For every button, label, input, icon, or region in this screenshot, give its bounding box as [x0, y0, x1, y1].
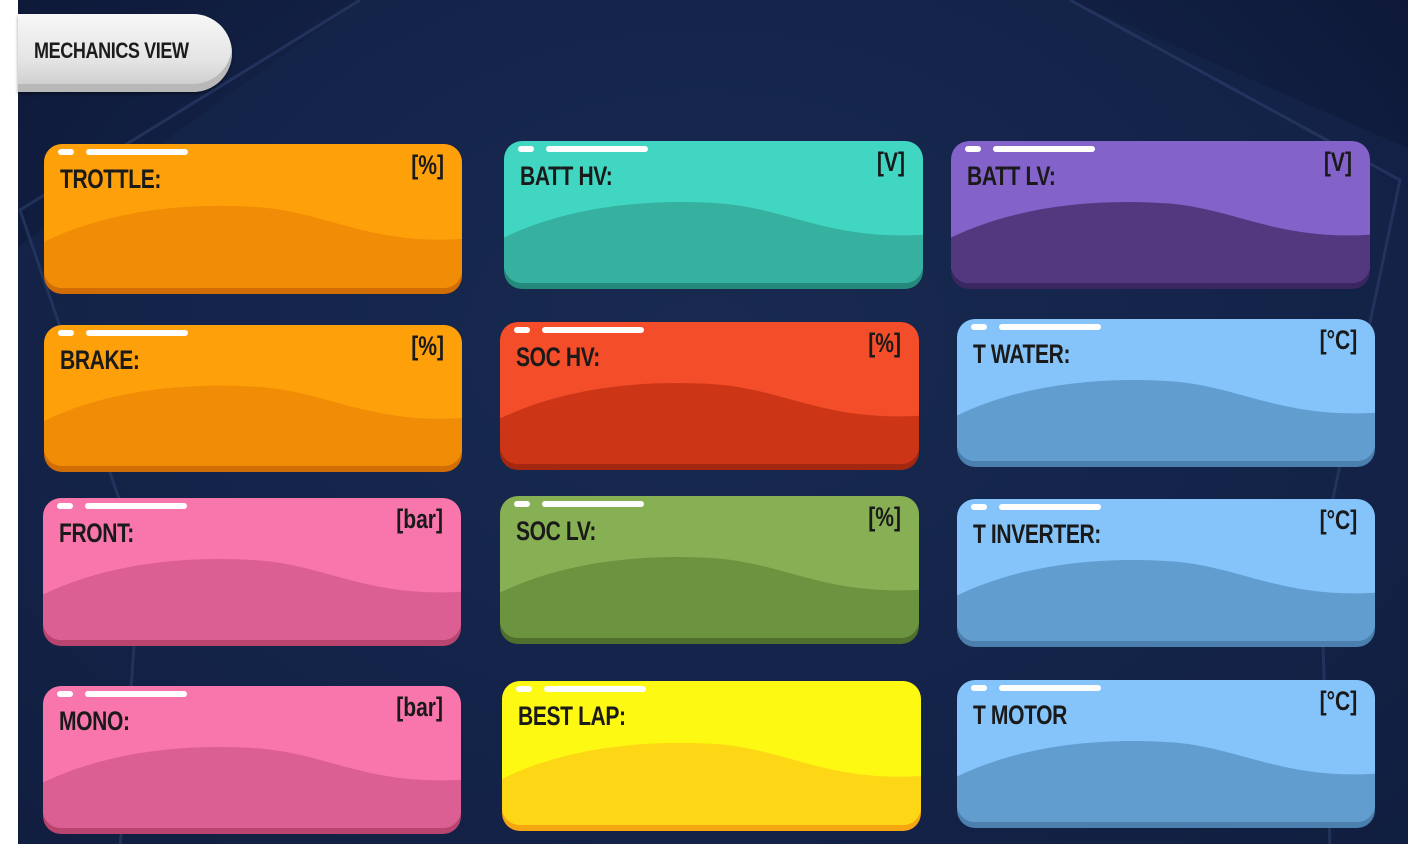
- card-label: BRAKE:: [60, 345, 140, 375]
- shine-bar: [86, 149, 188, 155]
- card-label: SOC HV:: [516, 342, 600, 372]
- shine-dot: [514, 327, 530, 333]
- shine-dot: [965, 146, 981, 152]
- best-lap-card[interactable]: BEST LAP:: [502, 681, 921, 831]
- shine-dot: [514, 501, 530, 507]
- card-label: TROTTLE:: [60, 164, 161, 194]
- shine-bar: [999, 504, 1101, 510]
- shine-bar: [542, 327, 644, 333]
- shine-dot: [971, 324, 987, 330]
- t-inverter-card[interactable]: T INVERTER: [°C]: [957, 499, 1375, 647]
- card-label: T WATER:: [973, 339, 1071, 369]
- shine-bar: [85, 503, 187, 509]
- card-unit: [V]: [1323, 147, 1352, 177]
- batt-lv-card[interactable]: BATT LV: [V]: [951, 141, 1370, 289]
- card-label: T MOTOR: [973, 700, 1067, 730]
- shine-bar: [999, 685, 1101, 691]
- shine-bar: [85, 691, 187, 697]
- mechanics-view-button[interactable]: MECHANICS VIEW: [18, 14, 232, 92]
- shine-bar: [542, 501, 644, 507]
- card-label: BEST LAP:: [518, 701, 626, 731]
- shine-dot: [971, 685, 987, 691]
- shine-dot: [57, 691, 73, 697]
- shine-bar: [544, 686, 646, 692]
- soc-lv-card[interactable]: SOC LV: [%]: [500, 496, 919, 644]
- card-unit: [bar]: [396, 504, 443, 534]
- card-unit: [°C]: [1319, 686, 1357, 716]
- shine-dot: [516, 686, 532, 692]
- shine-bar: [86, 330, 188, 336]
- card-label: T INVERTER:: [973, 519, 1101, 549]
- shine-bar: [993, 146, 1095, 152]
- card-unit: [°C]: [1319, 505, 1357, 535]
- shine-dot: [58, 330, 74, 336]
- shine-dot: [518, 146, 534, 152]
- left-edge: [0, 0, 18, 848]
- card-label: BATT HV:: [520, 161, 613, 191]
- shine-dot: [57, 503, 73, 509]
- card-unit: [%]: [411, 150, 444, 180]
- shine-dot: [971, 504, 987, 510]
- card-unit: [%]: [411, 331, 444, 361]
- card-unit: [V]: [876, 147, 905, 177]
- card-unit: [°C]: [1319, 325, 1357, 355]
- right-edge: [1408, 0, 1412, 848]
- soc-hv-card[interactable]: SOC HV: [%]: [500, 322, 919, 470]
- bottom-edge: [0, 844, 1412, 848]
- card-label: MONO:: [59, 706, 130, 736]
- card-label: BATT LV:: [967, 161, 1056, 191]
- mono-card[interactable]: MONO: [bar]: [43, 686, 461, 834]
- shine-bar: [999, 324, 1101, 330]
- card-unit: [bar]: [396, 692, 443, 722]
- shine-dot: [58, 149, 74, 155]
- front-card[interactable]: FRONT: [bar]: [43, 498, 461, 646]
- card-label: SOC LV:: [516, 516, 596, 546]
- card-unit: [%]: [868, 502, 901, 532]
- t-motor-card[interactable]: T MOTOR [°C]: [957, 680, 1375, 828]
- trottle-card[interactable]: TROTTLE: [%]: [44, 144, 462, 294]
- shine-bar: [546, 146, 648, 152]
- t-water-card[interactable]: T WATER: [°C]: [957, 319, 1375, 467]
- batt-hv-card[interactable]: BATT HV: [V]: [504, 141, 923, 289]
- card-unit: [%]: [868, 328, 901, 358]
- dashboard-stage: MECHANICS VIEW TROTTLE: [%] BRAKE: [%] F…: [0, 0, 1412, 848]
- brake-card[interactable]: BRAKE: [%]: [44, 325, 462, 472]
- view-label: MECHANICS VIEW: [34, 38, 189, 63]
- card-label: FRONT:: [59, 518, 134, 548]
